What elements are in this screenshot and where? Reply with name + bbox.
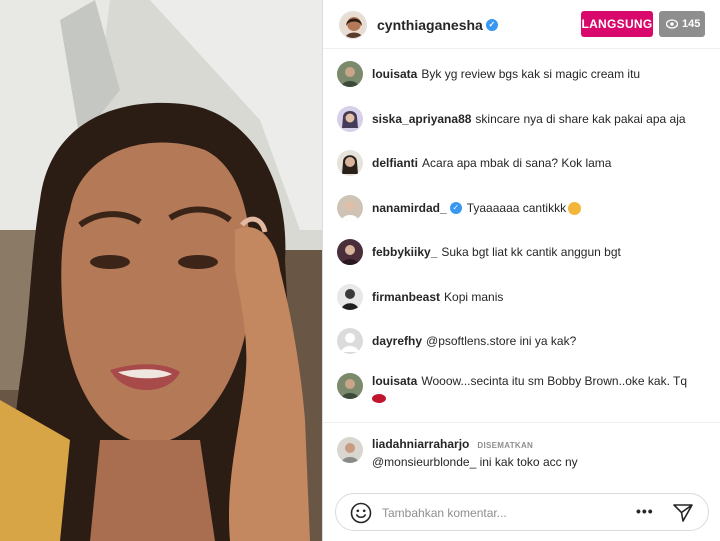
- comment-username[interactable]: siska_apriyana88: [372, 112, 471, 126]
- comment-avatar[interactable]: [337, 61, 363, 87]
- comment-text: @psoftlens.store ini ya kak?: [426, 334, 577, 348]
- comment-text: Suka bgt liat kk cantik anggun bgt: [441, 245, 621, 259]
- comment-username[interactable]: firmanbeast: [372, 290, 440, 304]
- send-icon[interactable]: [672, 503, 694, 523]
- comment-list: louisata Byk yg review bgs kak si magic c…: [323, 49, 720, 483]
- viewer-count: 145: [682, 18, 701, 30]
- comment-avatar[interactable]: [337, 373, 363, 399]
- verified-badge-icon: ✓: [449, 201, 462, 214]
- live-video-frame[interactable]: [0, 0, 322, 541]
- comment-avatar[interactable]: [337, 239, 363, 265]
- comment-avatar[interactable]: [337, 195, 363, 221]
- pinned-label: DISEMATKAN: [477, 441, 534, 450]
- live-badge: LANGSUNG: [581, 11, 653, 37]
- more-options-button[interactable]: •••: [636, 503, 654, 519]
- comment-input[interactable]: [382, 503, 622, 523]
- comment-username[interactable]: louisata: [372, 67, 417, 81]
- comment-text: skincare nya di share kak pakai apa aja: [475, 112, 686, 126]
- comment-avatar[interactable]: [337, 328, 363, 354]
- host-avatar[interactable]: [339, 11, 367, 39]
- comment-text: Byk yg review bgs kak si magic cream itu: [421, 67, 641, 81]
- smiling-face-emoji: [568, 202, 582, 216]
- comment-text: Wooow...secinta itu sm Bobby Brown..oke …: [421, 374, 688, 388]
- host-username[interactable]: cynthiaganesha: [377, 17, 483, 33]
- eye-icon: [666, 19, 678, 29]
- live-header: cynthiaganesha ✓ LANGSUNG 145: [323, 0, 720, 49]
- emoji-icon[interactable]: [350, 502, 372, 524]
- comment-avatar[interactable]: [337, 284, 363, 310]
- live-chat-panel: cynthiaganesha ✓ LANGSUNG 145 louisata Byk…: [322, 0, 720, 541]
- comment-text: Kopi manis: [444, 290, 504, 304]
- live-video-image: [0, 0, 322, 541]
- comment-text: @monsieurblonde_ ini kak toko acc ny: [372, 455, 578, 469]
- pinned-divider: [323, 422, 720, 423]
- comment-text: Tyaaaaaa cantikkk: [466, 201, 567, 215]
- lips-emoji: [372, 394, 386, 404]
- comment-avatar[interactable]: [337, 150, 363, 176]
- comment-username[interactable]: louisata: [372, 374, 417, 388]
- comment-username[interactable]: delfianti: [372, 156, 418, 170]
- comment-avatar[interactable]: [337, 106, 363, 132]
- comment-username[interactable]: febbykiiky_: [372, 245, 437, 259]
- comment-text: Acara apa mbak di sana? Kok lama: [422, 156, 612, 170]
- comment-composer: •••: [335, 493, 709, 531]
- comment-username[interactable]: dayrefhy: [372, 334, 422, 348]
- verified-badge-icon: ✓: [485, 19, 498, 32]
- host-username-link[interactable]: cynthiaganesha ✓: [377, 17, 498, 33]
- comment-username[interactable]: nanamirdad_: [372, 201, 447, 215]
- viewer-count-badge: 145: [659, 11, 705, 37]
- comment-avatar[interactable]: [337, 437, 363, 463]
- comment-username[interactable]: liadahniarraharjo: [372, 437, 469, 451]
